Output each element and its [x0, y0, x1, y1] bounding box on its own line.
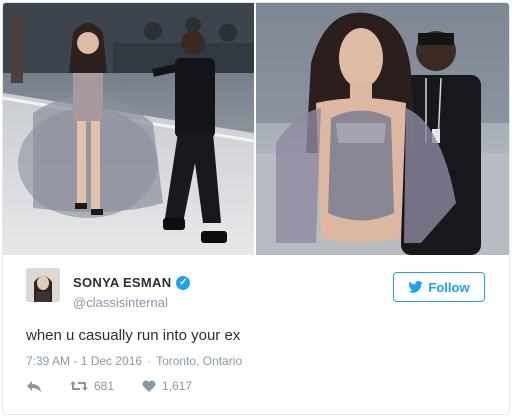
- author-name[interactable]: SONYA ESMAN: [73, 275, 171, 290]
- runway-photo-image: [3, 3, 254, 255]
- follow-label: Follow: [428, 279, 470, 295]
- photo-runway-left[interactable]: [3, 3, 254, 255]
- avatar-image: [26, 268, 60, 302]
- author-name-row[interactable]: SONYA ESMAN ✓: [73, 275, 191, 290]
- author-handle[interactable]: @classisinternal: [73, 295, 168, 310]
- like-count: 1,617: [162, 379, 193, 393]
- tweet-timestamp[interactable]: 7:39 AM - 1 Dec 2016: [26, 354, 142, 368]
- meta-separator: ·: [147, 354, 152, 368]
- tweet-actions: 681 1,617: [26, 379, 192, 393]
- verified-check-icon: ✓: [176, 275, 191, 290]
- tweet-meta: 7:39 AM - 1 Dec 2016 · Toronto, Ontario: [26, 354, 242, 368]
- reply-button[interactable]: [26, 380, 42, 393]
- retweet-button[interactable]: 681: [70, 379, 114, 393]
- tweet-text: when u casually run into your ex: [26, 327, 241, 344]
- heart-icon: [142, 380, 156, 392]
- photo-runway-right[interactable]: [256, 3, 509, 255]
- closeup-photo-image: [256, 3, 509, 255]
- follow-button[interactable]: Follow: [393, 272, 485, 302]
- twitter-bird-icon: [408, 281, 424, 293]
- like-button[interactable]: 1,617: [142, 379, 192, 393]
- tweet-card: SONYA ESMAN ✓ @classisinternal Follow wh…: [2, 2, 510, 415]
- tweet-media[interactable]: [3, 3, 509, 255]
- reply-icon: [27, 380, 41, 392]
- retweet-icon: [70, 381, 88, 391]
- avatar[interactable]: [26, 268, 60, 302]
- tweet-location[interactable]: Toronto, Ontario: [156, 354, 242, 368]
- retweet-count: 681: [94, 379, 115, 393]
